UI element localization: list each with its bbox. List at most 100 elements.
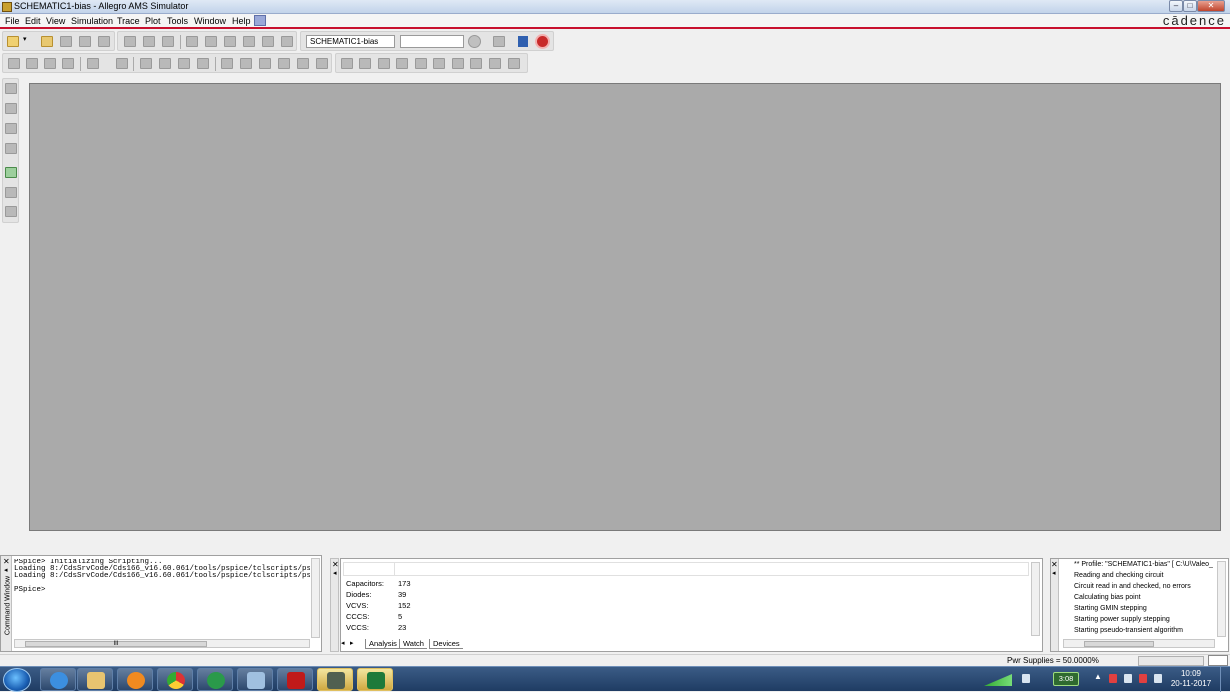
toolbar-icon[interactable] (5, 143, 17, 154)
run-icon[interactable] (468, 35, 481, 48)
scroll-thumb[interactable]: III (25, 641, 207, 647)
print-icon[interactable] (98, 36, 110, 47)
menu-trace[interactable]: Trace (117, 16, 140, 26)
delete-trace-icon[interactable] (197, 58, 209, 69)
cursor-peak-icon[interactable] (240, 58, 252, 69)
marker-icon[interactable] (378, 58, 390, 69)
cursor-max-icon[interactable] (316, 58, 328, 69)
marker-icon[interactable] (359, 58, 371, 69)
toolbar-icon[interactable] (5, 167, 17, 178)
settings-icon[interactable] (262, 36, 274, 47)
marker-icon[interactable] (415, 58, 427, 69)
battery-icon[interactable] (1124, 674, 1132, 683)
horizontal-scrollbar[interactable] (1063, 639, 1215, 648)
profile-select[interactable]: SCHEMATIC1-bias (306, 35, 395, 48)
simulation-settings-icon[interactable] (243, 36, 255, 47)
add-trace-icon[interactable] (178, 58, 190, 69)
view-output-icon[interactable] (493, 36, 505, 47)
zoom-in-icon[interactable] (26, 58, 38, 69)
toolbar-icon[interactable] (5, 83, 17, 94)
start-button[interactable] (3, 668, 31, 692)
close-icon[interactable]: ✕ (332, 560, 339, 569)
pause-icon[interactable] (518, 36, 528, 47)
pin-icon[interactable]: ◂ (333, 569, 337, 577)
plot-workspace[interactable] (29, 83, 1221, 531)
open-icon[interactable] (41, 36, 53, 47)
new-file-icon[interactable] (7, 36, 19, 47)
cursor-icon[interactable] (221, 58, 233, 69)
log-x-icon[interactable] (140, 58, 152, 69)
close-button[interactable]: ✕ (1197, 0, 1225, 12)
marker-icon[interactable] (433, 58, 445, 69)
menu-view[interactable]: View (46, 16, 65, 26)
axis-settings-icon[interactable] (87, 58, 99, 69)
menu-window[interactable]: Window (194, 16, 226, 26)
hangouts-button[interactable] (197, 668, 233, 691)
help-icon[interactable] (254, 15, 266, 26)
edit-profile-icon[interactable] (224, 36, 236, 47)
ams-simulator-button[interactable] (317, 668, 353, 691)
signal-strength-icon[interactable] (984, 674, 1012, 686)
internet-explorer-button[interactable] (40, 668, 76, 691)
explorer-button[interactable] (77, 668, 113, 691)
cursor-trough-icon[interactable] (259, 58, 271, 69)
toolbar-icon[interactable] (5, 123, 17, 134)
show-hidden-icons[interactable]: ▲ (1094, 672, 1102, 681)
vertical-scrollbar[interactable] (1217, 561, 1226, 637)
paste-icon[interactable] (162, 36, 174, 47)
menu-file[interactable]: File (5, 16, 20, 26)
save-icon[interactable] (79, 36, 91, 47)
menu-edit[interactable]: Edit (25, 16, 41, 26)
zoom-area-icon[interactable] (62, 58, 74, 69)
tab-watch[interactable]: Watch (399, 639, 427, 649)
menu-simulation[interactable]: Simulation (71, 16, 113, 26)
minimize-button[interactable]: – (1169, 0, 1183, 12)
excel-button[interactable] (357, 668, 393, 691)
security-icon[interactable] (1109, 674, 1117, 683)
acrobat-button[interactable] (277, 668, 313, 691)
marker-icon[interactable] (452, 58, 464, 69)
scroll-thumb[interactable] (1084, 641, 1154, 647)
marker-icon[interactable] (341, 58, 353, 69)
volume-icon[interactable] (1154, 674, 1162, 683)
menu-help[interactable]: Help (232, 16, 251, 26)
log-y-icon[interactable] (159, 58, 171, 69)
zoom-fit-icon[interactable] (8, 58, 20, 69)
marker-icon[interactable] (396, 58, 408, 69)
fourier-icon[interactable] (116, 58, 128, 69)
marker-icon[interactable] (470, 58, 482, 69)
toolbar-icon[interactable] (5, 206, 17, 217)
alert-icon[interactable] (1139, 674, 1147, 683)
toolbar-icon[interactable] (5, 103, 17, 114)
chevron-down-icon[interactable]: ▾ (23, 35, 29, 46)
chrome-button[interactable] (157, 668, 193, 691)
open-recent-icon[interactable] (60, 36, 72, 47)
stop-icon[interactable] (535, 34, 550, 49)
tab-devices[interactable]: Devices (429, 639, 463, 649)
pin-icon[interactable]: ◂ (1052, 569, 1056, 577)
zoom-out-icon[interactable] (44, 58, 56, 69)
marker-icon[interactable] (489, 58, 501, 69)
cursor-min-icon[interactable] (297, 58, 309, 69)
redo-icon[interactable] (205, 36, 217, 47)
cut-icon[interactable] (124, 36, 136, 47)
tab-scroll-right-icon[interactable]: ▸ (350, 639, 354, 647)
command-output[interactable]: PSpice> Initializing Scripting... Loadin… (14, 559, 310, 639)
vertical-scrollbar[interactable] (311, 558, 320, 638)
menu-plot[interactable]: Plot (145, 16, 161, 26)
horizontal-scrollbar[interactable]: III (14, 639, 310, 648)
menu-tools[interactable]: Tools (167, 16, 188, 26)
toolbar-icon[interactable] (5, 187, 17, 198)
marker-icon[interactable] (508, 58, 520, 69)
network-icon[interactable] (1022, 674, 1030, 683)
clock[interactable]: 10:09 20-11-2017 (1168, 669, 1214, 689)
copy-icon[interactable] (143, 36, 155, 47)
snipping-tool-button[interactable] (237, 668, 273, 691)
maximize-button[interactable]: □ (1183, 0, 1197, 12)
media-player-button[interactable] (117, 668, 153, 691)
probe-icon[interactable] (281, 36, 293, 47)
tab-analysis[interactable]: Analysis (365, 639, 400, 649)
vertical-scrollbar[interactable] (1031, 562, 1040, 636)
battery-indicator[interactable]: 3:08 (1053, 672, 1079, 686)
close-icon[interactable]: ✕ (1051, 560, 1058, 569)
